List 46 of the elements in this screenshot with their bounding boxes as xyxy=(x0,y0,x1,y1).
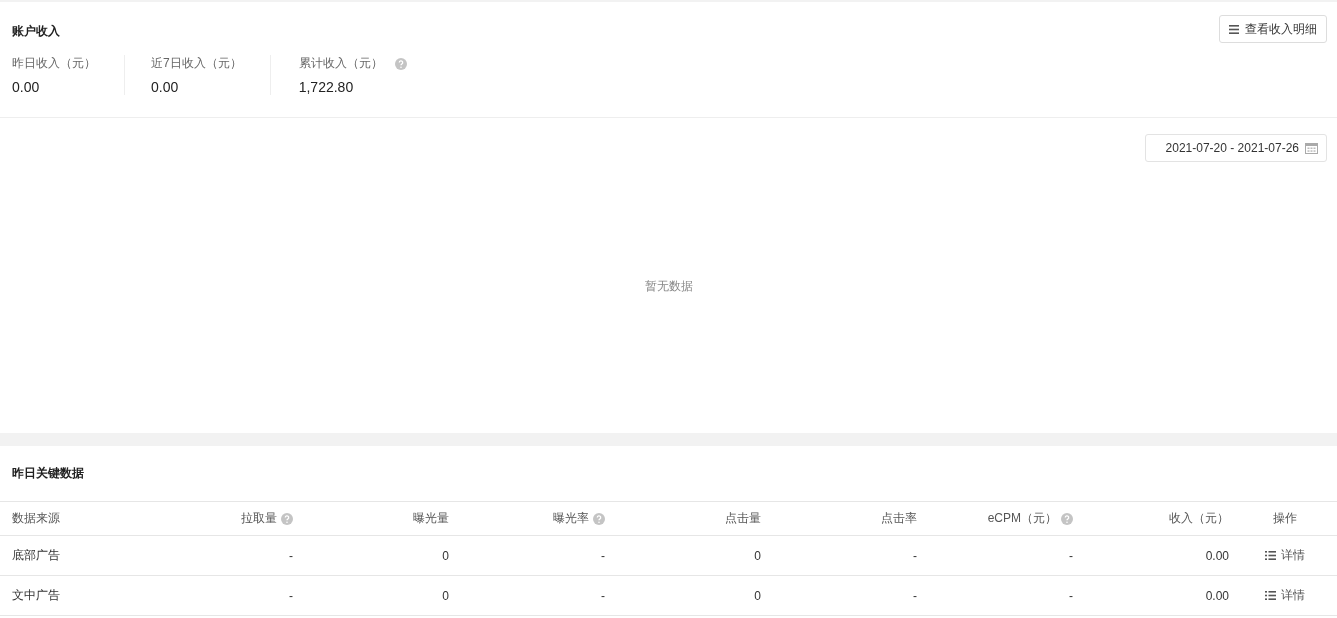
table-cell: - xyxy=(289,548,293,563)
table-cell: - xyxy=(601,548,605,563)
column-header: 曝光率 xyxy=(553,510,589,527)
section-title: 昨日关键数据 xyxy=(0,446,1337,502)
help-icon[interactable] xyxy=(1061,512,1073,525)
help-icon[interactable] xyxy=(394,57,407,70)
column-header: 数据来源 xyxy=(12,510,60,527)
stat-label: 累计收入（元） xyxy=(298,55,383,72)
column-header: 拉取量 xyxy=(241,510,277,527)
table-cell: - xyxy=(913,548,917,563)
list-icon xyxy=(1264,591,1276,600)
list-icon xyxy=(1264,551,1276,560)
stat-value: 0.00 xyxy=(151,79,180,95)
column-header: 收入（元） xyxy=(1169,510,1229,527)
column-header: 点击量 xyxy=(725,510,761,527)
stat-label: 昨日收入（元） xyxy=(12,55,96,72)
stat-label: 近7日收入（元） xyxy=(151,55,242,72)
empty-message: 暂无数据 xyxy=(644,278,693,295)
details-link[interactable]: 详情 xyxy=(1264,587,1305,604)
table-cell: 0.00 xyxy=(1205,588,1229,603)
table-cell: - xyxy=(913,588,917,603)
stat-value: 1,722.80 xyxy=(298,79,355,95)
table-cell: - xyxy=(1069,588,1073,603)
details-link[interactable]: 详情 xyxy=(1264,547,1305,564)
table-cell: - xyxy=(1069,548,1073,563)
table-cell: 0 xyxy=(754,548,761,563)
table-cell: 0 xyxy=(754,588,761,603)
column-header: 曝光量 xyxy=(413,510,449,527)
column-header: 操作 xyxy=(1272,510,1297,527)
help-icon[interactable] xyxy=(593,512,605,525)
table-cell: 0.00 xyxy=(1205,548,1229,563)
calendar-icon xyxy=(1305,142,1318,154)
stat-value: 0.00 xyxy=(12,79,41,95)
income-detail-button[interactable]: 查看收入明细 xyxy=(1219,15,1327,43)
column-header: 点击率 xyxy=(881,510,917,527)
menu-icon xyxy=(1229,24,1239,34)
table-cell: 底部广告 xyxy=(12,547,60,564)
table-cell: 0 xyxy=(442,548,449,563)
table-cell: - xyxy=(289,588,293,603)
section-title: 账户收入 xyxy=(12,23,60,40)
column-header: eCPM（元） xyxy=(987,510,1057,527)
table-cell: 0 xyxy=(442,588,449,603)
table-cell: 文中广告 xyxy=(12,587,60,604)
table-cell: - xyxy=(601,588,605,603)
help-icon[interactable] xyxy=(281,512,293,525)
date-range-picker[interactable]: 2021-07-20 - 2021-07-26 xyxy=(1144,134,1327,162)
